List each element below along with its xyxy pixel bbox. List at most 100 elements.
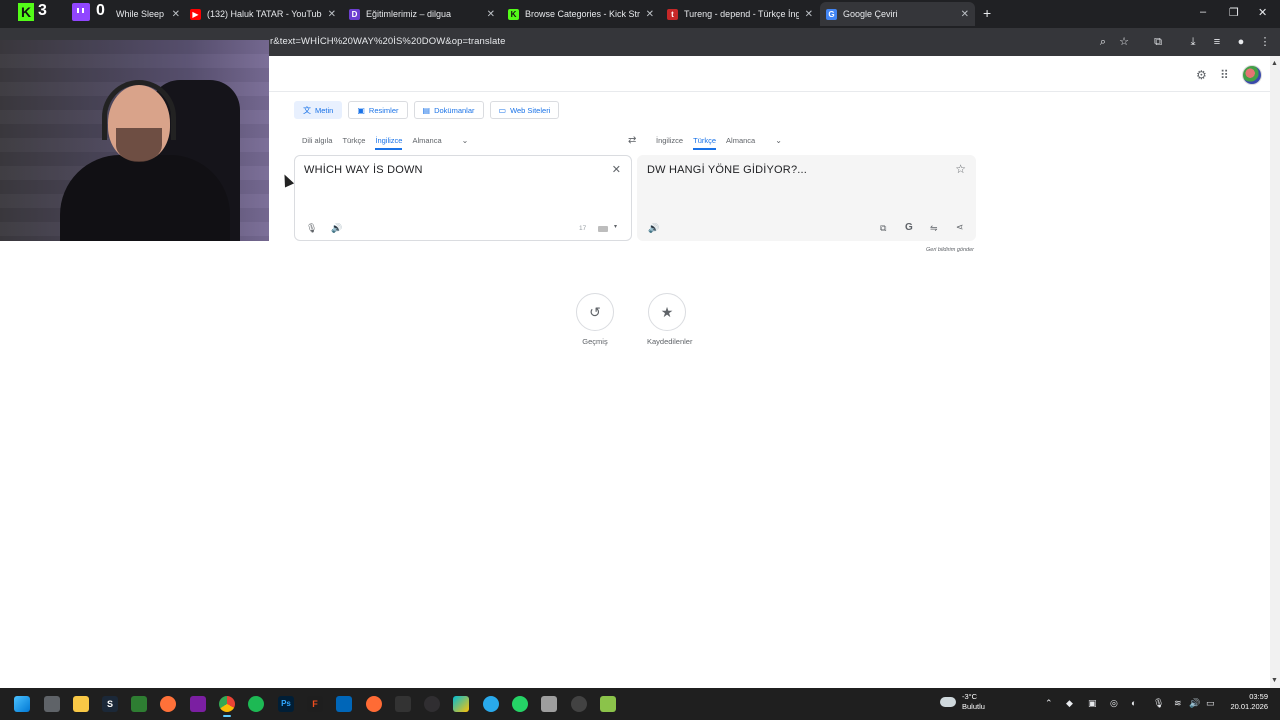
app-icon[interactable]: [571, 696, 587, 712]
profile-icon[interactable]: ●: [1235, 36, 1247, 48]
lang-english-tab[interactable]: İngilizce: [656, 136, 683, 145]
menu-icon[interactable]: ⋮: [1259, 36, 1271, 48]
lang-german-tab[interactable]: Almanca: [726, 136, 755, 145]
tab-close-icon[interactable]: ✕: [328, 9, 336, 20]
settings-gear-icon[interactable]: ⚙: [1196, 68, 1207, 82]
app-icon[interactable]: [190, 696, 206, 712]
browser-tab[interactable]: t Tureng - depend - Türkçe İngili ✕: [667, 4, 813, 24]
tray-app-icon[interactable]: ◆: [1066, 698, 1073, 709]
lang-english-tab-selected[interactable]: İngilizce: [375, 136, 403, 150]
browser-tab[interactable]: D Eğitimlerimiz – dilgua ✕: [349, 4, 495, 24]
save-translation-star-icon[interactable]: ☆: [955, 162, 966, 176]
send-feedback-link[interactable]: Geri bildirim gönder: [926, 247, 974, 253]
tab-close-icon[interactable]: ✕: [172, 9, 180, 20]
extensions-icon[interactable]: ⧉: [1152, 36, 1164, 48]
tray-app-icon[interactable]: ◐: [1131, 698, 1136, 708]
tab-close-icon[interactable]: ✕: [805, 9, 813, 20]
lang-german-tab[interactable]: Almanca: [412, 136, 441, 145]
share-icon[interactable]: ⋖: [956, 222, 964, 233]
app-icon[interactable]: [541, 696, 557, 712]
tray-chevron-icon[interactable]: ⌃: [1045, 698, 1053, 709]
mode-websites-button[interactable]: ▭ Web Siteleri: [489, 101, 560, 119]
bookmark-star-icon[interactable]: ☆: [1118, 36, 1130, 48]
whatsapp-icon[interactable]: [512, 696, 528, 712]
chrome-icon[interactable]: [219, 696, 235, 717]
firefox-icon[interactable]: [160, 696, 176, 712]
google-search-icon[interactable]: G: [905, 222, 913, 233]
app-icon[interactable]: [366, 696, 382, 712]
file-explorer-icon[interactable]: [73, 696, 89, 712]
task-view-icon[interactable]: [44, 696, 60, 712]
app-icon[interactable]: [453, 696, 469, 712]
listen-source-icon[interactable]: 🔊: [331, 223, 342, 234]
lang-turkish-tab-selected[interactable]: Türkçe: [693, 136, 716, 150]
mode-text-button[interactable]: 文 Metin: [294, 101, 343, 119]
browser-tab[interactable]: ▶ (132) Haluk TATAR - YouTube ✕: [190, 4, 336, 24]
tab-title: Browse Categories - Kick Strean: [525, 9, 640, 19]
browser-tab[interactable]: While Sleep ✕: [40, 4, 180, 24]
app-icon[interactable]: [600, 696, 616, 712]
steam-icon[interactable]: S: [102, 696, 118, 712]
copy-icon[interactable]: ⧉: [880, 223, 886, 234]
obs-icon[interactable]: [424, 696, 440, 712]
source-language-bar: Dili algıla Türkçe İngilizce Almanca ⌄: [302, 136, 478, 150]
app-icon[interactable]: [131, 696, 147, 712]
scroll-down-icon[interactable]: ▼: [1271, 677, 1278, 684]
maximize-button[interactable]: ❐: [1229, 6, 1239, 19]
listen-translation-icon[interactable]: 🔊: [648, 223, 659, 234]
lang-turkish-tab[interactable]: Türkçe: [342, 136, 365, 145]
scroll-up-icon[interactable]: ▲: [1271, 60, 1278, 67]
account-avatar[interactable]: [1242, 65, 1262, 85]
tab-close-icon[interactable]: ✕: [646, 9, 654, 20]
browser-tab[interactable]: K Browse Categories - Kick Strean ✕: [508, 4, 654, 24]
weather-widget[interactable]: -3°C Bulutlu: [940, 692, 985, 712]
volume-icon[interactable]: 🔊: [1189, 698, 1200, 709]
source-text-panel[interactable]: WHİCH WAY İS DOWN ✕ 🎙 🔊 17 ▾: [294, 155, 632, 241]
minimize-button[interactable]: –: [1200, 6, 1206, 18]
app-icon[interactable]: [395, 696, 411, 712]
weather-description: Bulutlu: [962, 702, 985, 711]
wifi-icon[interactable]: ≋: [1174, 698, 1182, 709]
address-bar[interactable]: r&text=WHİCH%20WAY%20İS%20DOW&op=transla…: [270, 36, 505, 47]
source-text-input[interactable]: WHİCH WAY İS DOWN: [304, 164, 423, 176]
rate-translation-icon[interactable]: ⇋: [930, 223, 938, 234]
translate-icon: 文: [303, 105, 311, 115]
new-tab-button[interactable]: +: [983, 5, 991, 21]
twitch-viewer-count: 0: [96, 2, 105, 19]
tab-title: (132) Haluk TATAR - YouTube: [207, 9, 322, 19]
browser-tab-active[interactable]: G Google Çeviri ✕: [820, 2, 975, 26]
page-scrollbar[interactable]: [1270, 56, 1280, 688]
target-language-bar: İngilizce Türkçe Almanca ⌄: [656, 136, 792, 150]
tab-close-icon[interactable]: ✕: [487, 9, 495, 20]
mode-documents-button[interactable]: ▤ Dokümanlar: [413, 101, 484, 119]
zoom-icon[interactable]: ⌕: [1097, 36, 1109, 48]
spotify-icon[interactable]: [248, 696, 264, 712]
tray-app-icon[interactable]: ◎: [1110, 698, 1118, 709]
telegram-icon[interactable]: [483, 696, 499, 712]
keyboard-icon[interactable]: [598, 226, 608, 232]
vscode-icon[interactable]: [336, 696, 352, 712]
photoshop-icon[interactable]: Ps: [278, 696, 294, 712]
swap-languages-icon[interactable]: ⇄: [628, 135, 636, 146]
figma-icon[interactable]: F: [307, 696, 323, 712]
microphone-tray-icon[interactable]: 🎙: [1153, 698, 1164, 709]
reading-list-icon[interactable]: ≡: [1211, 36, 1223, 48]
chevron-down-icon[interactable]: ⌄: [775, 136, 782, 145]
battery-icon[interactable]: ▭: [1206, 698, 1215, 709]
clear-text-icon[interactable]: ✕: [612, 163, 621, 176]
caret-down-icon[interactable]: ▾: [614, 223, 617, 230]
windows-start-icon[interactable]: [14, 696, 30, 712]
lang-detect-tab[interactable]: Dili algıla: [302, 136, 332, 145]
chevron-down-icon[interactable]: ⌄: [462, 136, 469, 145]
taskbar-clock[interactable]: 03:59 20.01.2026: [1228, 692, 1268, 712]
microphone-icon[interactable]: 🎙: [306, 223, 317, 234]
download-icon[interactable]: ⤓: [1187, 36, 1199, 48]
close-window-button[interactable]: ✕: [1258, 6, 1267, 19]
tray-app-icon[interactable]: ▣: [1088, 698, 1097, 709]
history-button[interactable]: ↺ Geçmiş: [575, 293, 615, 346]
saved-button[interactable]: ★ Kaydedilenler: [647, 293, 692, 346]
apps-grid-icon[interactable]: ⠿: [1220, 68, 1229, 82]
character-count: 17: [579, 225, 587, 232]
tab-close-icon[interactable]: ✕: [961, 9, 969, 20]
mode-images-button[interactable]: ▣ Resimler: [348, 101, 408, 119]
